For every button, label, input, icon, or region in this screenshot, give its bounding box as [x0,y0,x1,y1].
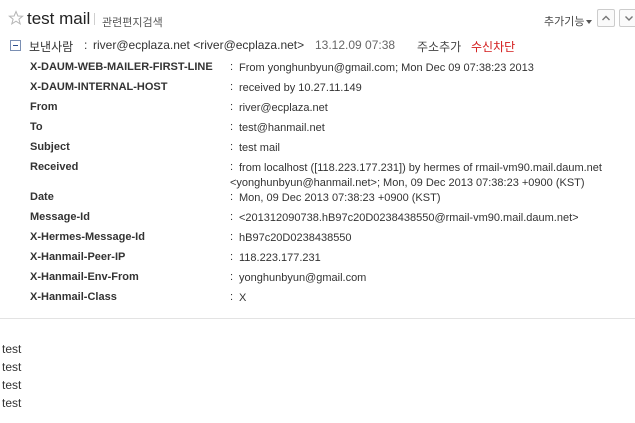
sender-line: 보낸사람 : river@ecplaza.net <river@ecplaza.… [0,36,635,56]
header-value-line: <yonghunbyun@hanmail.net>; Mon, 09 Dec 2… [230,177,585,189]
header-colon: : [230,141,234,153]
subject-bar: test mail 관련편지검색 추가기능 [0,0,635,38]
arrow-up-icon [602,15,610,21]
body-line: test [2,360,22,374]
header-name: X-Hanmail-Peer-IP [30,251,126,263]
body-line: test [2,396,22,410]
add-contact-link[interactable]: 주소추가 [417,38,461,55]
header-name: X-DAUM-INTERNAL-HOST [30,81,168,93]
header-value: 118.223.177.231 [239,252,321,264]
block-sender-link[interactable]: 수신차단 [471,38,515,55]
header-value: test@hanmail.net [239,122,325,134]
header-name: X-Hanmail-Class [30,291,117,303]
collapse-headers-icon[interactable] [10,40,21,51]
header-value: yonghunbyun@gmail.com [239,272,367,284]
header-name: X-Hermes-Message-Id [30,231,145,243]
header-value: received by 10.27.11.149 [239,82,362,94]
header-colon: : [230,271,234,283]
sender-label: 보낸사람 [29,40,74,54]
header-value: From yonghunbyun@gmail.com; Mon Dec 09 0… [239,62,534,74]
header-colon: : [230,291,234,303]
header-name: To [30,121,43,133]
more-functions-dropdown[interactable]: 추가기능 [544,13,593,29]
header-value: <201312090738.hB97c20D0238438550@rmail-v… [239,212,579,224]
sender-colon: : [84,38,88,52]
header-colon: : [230,121,234,133]
sent-date: 13.12.09 07:38 [315,38,396,52]
header-colon: : [230,61,234,73]
header-value: test mail [239,142,280,154]
header-body-divider [0,318,635,319]
header-name: X-DAUM-WEB-MAILER-FIRST-LINE [30,61,213,73]
header-name: Date [30,191,54,203]
arrow-down-icon [625,16,633,21]
header-name: From [30,101,58,113]
divider [94,13,95,25]
header-colon: : [230,161,234,173]
next-mail-button[interactable] [619,9,635,27]
header-colon: : [230,81,234,93]
header-colon: : [230,251,234,263]
header-value: X [239,292,247,304]
body-line: test [2,378,22,392]
header-colon: : [230,231,234,243]
header-colon: : [230,191,234,203]
header-name: Message-Id [30,211,90,223]
header-value: river@ecplaza.net [239,102,328,114]
previous-mail-button[interactable] [597,9,615,27]
header-name: X-Hanmail-Env-From [30,271,139,283]
header-value: hB97c20D0238438550 [239,232,352,244]
header-colon: : [230,101,234,113]
body-line: test [2,342,22,356]
more-functions-label: 추가기능 [544,16,585,28]
header-name: Subject [30,141,70,153]
mail-subject-title: test mail [27,9,91,28]
star-outline-icon[interactable] [8,10,24,26]
related-mail-search-link[interactable]: 관련편지검색 [102,14,163,30]
header-colon: : [230,211,234,223]
caret-down-icon [586,20,593,24]
header-value: Mon, 09 Dec 2013 07:38:23 +0900 (KST) [239,192,441,204]
header-value: from localhost ([118.223.177.231]) by he… [230,161,602,191]
header-name: Received [30,161,79,173]
mail-body: test test test test [2,340,21,412]
sender-address[interactable]: river@ecplaza.net <river@ecplaza.net> [93,38,304,52]
header-value-line: from localhost ([118.223.177.231]) by he… [239,162,602,174]
